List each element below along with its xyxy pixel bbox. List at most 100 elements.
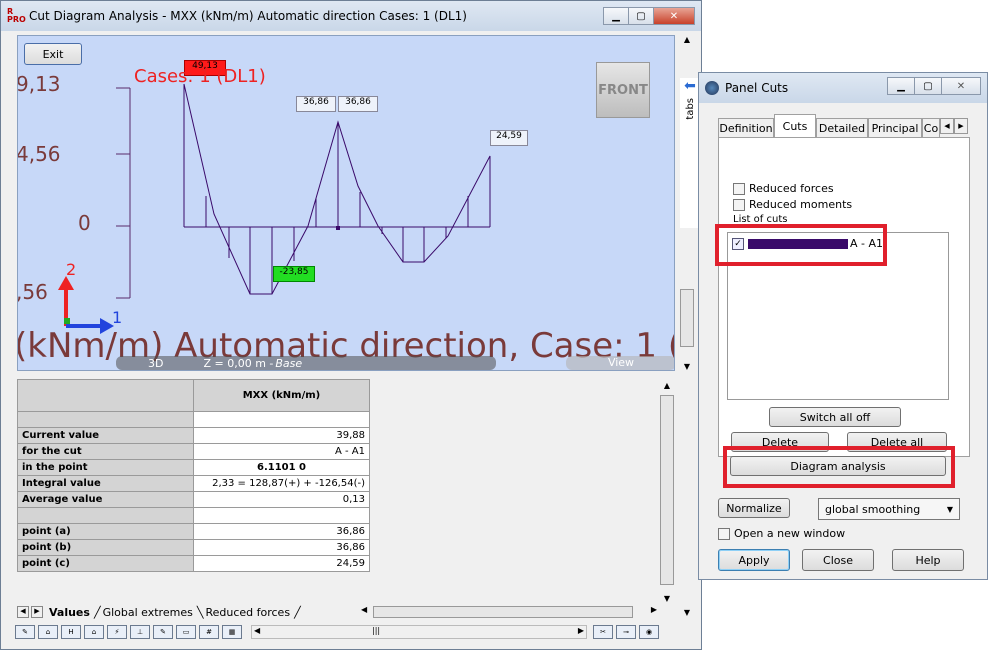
tab-separator: ╲ bbox=[196, 605, 204, 619]
tab-scroll-left-icon[interactable]: ◀ bbox=[940, 118, 954, 134]
close-panel-button[interactable]: Close bbox=[802, 549, 874, 571]
graph-icon[interactable]: ⌂ bbox=[38, 625, 58, 639]
diagram-view[interactable]: Exit 9,13 4,56 0 ,56 49,13 Cases: 1 (DL1… bbox=[17, 35, 675, 371]
switch-all-off-button[interactable]: Switch all off bbox=[769, 407, 901, 427]
table-scroll-up-icon[interactable]: ▲ bbox=[659, 381, 675, 390]
tab-separator: ╱ bbox=[93, 605, 101, 619]
panel-close-button[interactable]: ✕ bbox=[941, 77, 981, 95]
view-icon[interactable]: ◉ bbox=[639, 625, 659, 639]
numbering-icon[interactable]: # bbox=[199, 625, 219, 639]
view-selector[interactable]: View bbox=[566, 356, 674, 370]
yaxis-label-2: 4,56 bbox=[17, 142, 61, 166]
table-scroll-down-icon[interactable]: ▼ bbox=[659, 594, 675, 603]
view-3d-button[interactable]: 3D bbox=[148, 357, 163, 370]
main-window: R PRO Cut Diagram Analysis - MXX (kNm/m) … bbox=[0, 0, 702, 650]
slab-icon[interactable]: ▭ bbox=[176, 625, 196, 639]
robot-app-icon: R PRO bbox=[7, 7, 26, 24]
link-icon[interactable]: ⊸ bbox=[616, 625, 636, 639]
tab-next-icon[interactable]: ▶ bbox=[31, 606, 43, 618]
support-icon[interactable]: ⊥ bbox=[130, 625, 150, 639]
scroll-down-arrow-icon[interactable]: ▼ bbox=[677, 362, 697, 371]
tab-reduced-forces[interactable]: Reduced forces bbox=[205, 606, 290, 619]
tab-definition[interactable]: Definition bbox=[718, 118, 774, 138]
normalize-button[interactable]: Normalize bbox=[718, 498, 790, 518]
reduced-moments-label: Reduced moments bbox=[749, 198, 853, 211]
cases-label: Cases: 1 (DL1) bbox=[134, 66, 266, 87]
edit-icon[interactable]: ✎ bbox=[153, 625, 173, 639]
reduced-moments-row[interactable]: Reduced moments bbox=[733, 198, 852, 211]
main-window-title: Cut Diagram Analysis - MXX (kNm/m) Autom… bbox=[29, 9, 467, 23]
window-scrollbar-right[interactable]: ▼ bbox=[679, 381, 695, 621]
toolbar-scroll-right-icon[interactable]: ▶ bbox=[578, 626, 584, 635]
tab-global-extremes[interactable]: Global extremes bbox=[103, 606, 193, 619]
window-scroll-down-icon[interactable]: ▼ bbox=[679, 608, 695, 617]
table-row[interactable]: Average value 0,13 bbox=[17, 491, 370, 508]
smoothing-select[interactable]: global smoothing ▼ bbox=[818, 498, 960, 520]
tab-values[interactable]: Values bbox=[49, 606, 90, 619]
panel-title: Panel Cuts bbox=[725, 81, 789, 95]
table-row[interactable]: Current value 39,88 bbox=[17, 427, 370, 444]
table-row[interactable]: point (a) 36,86 bbox=[17, 523, 370, 540]
dropdown-arrow-icon: ▼ bbox=[946, 504, 953, 514]
load-icon[interactable]: ⚡ bbox=[107, 625, 127, 639]
open-new-window-row[interactable]: Open a new window bbox=[718, 527, 845, 540]
apply-button[interactable]: Apply bbox=[718, 549, 790, 571]
tab-prev-icon[interactable]: ◀ bbox=[17, 606, 29, 618]
house-icon[interactable]: ⌂ bbox=[84, 625, 104, 639]
hide-icon[interactable]: ✂ bbox=[593, 625, 613, 639]
table-row[interactable] bbox=[17, 411, 370, 428]
table-row[interactable] bbox=[17, 507, 370, 524]
table-row[interactable]: Integral value 2,33 = 128,87(+) + -126,54… bbox=[17, 475, 370, 492]
yaxis-label-zero: 0 bbox=[78, 211, 91, 235]
panel-minimize-button[interactable]: ▁ bbox=[887, 77, 915, 95]
main-titlebar: R PRO Cut Diagram Analysis - MXX (kNm/m) … bbox=[1, 1, 701, 31]
panel-titlebar: Panel Cuts ▁ ▢ ✕ bbox=[699, 73, 987, 103]
table-scrollbar[interactable]: ▲ ▼ bbox=[659, 381, 675, 603]
side-tabs-strip[interactable]: ⬅ tabs bbox=[680, 78, 700, 228]
reduced-moments-checkbox[interactable] bbox=[733, 198, 745, 211]
table-row[interactable]: point (c) 24,59 bbox=[17, 555, 370, 572]
axis-y-label: 1 bbox=[112, 308, 123, 327]
reduced-forces-checkbox[interactable] bbox=[733, 182, 745, 195]
arrow-left-icon[interactable]: ⬅ bbox=[680, 78, 700, 94]
open-new-window-checkbox[interactable] bbox=[718, 527, 730, 540]
toolbar-scroll-grip-icon: ||| bbox=[372, 626, 381, 635]
close-button[interactable]: ✕ bbox=[653, 7, 695, 25]
horizontal-scrollbar[interactable]: ◀ ▶ bbox=[359, 605, 659, 619]
toolbar-scroll-left-icon[interactable]: ◀ bbox=[254, 626, 260, 635]
table-row[interactable]: in the point 6.1101 0 bbox=[17, 459, 370, 476]
tab-detailed[interactable]: Detailed bbox=[816, 118, 868, 138]
min-point-label: -23,85 bbox=[273, 266, 315, 282]
results-table: MXX (kNm/m) Current value 39,88 for the c… bbox=[17, 379, 370, 572]
table-icon[interactable]: ▦ bbox=[222, 625, 242, 639]
list-of-cuts-label: List of cuts bbox=[733, 214, 788, 224]
tab-principal[interactable]: Principal bbox=[868, 118, 922, 138]
tab-co[interactable]: Co bbox=[922, 118, 940, 138]
maximize-button[interactable]: ▢ bbox=[628, 7, 654, 25]
table-row[interactable]: point (b) 36,86 bbox=[17, 539, 370, 556]
help-button[interactable]: Help bbox=[892, 549, 964, 571]
front-view-cube[interactable]: FRONT bbox=[596, 62, 650, 118]
minimize-button[interactable]: ▁ bbox=[603, 7, 629, 25]
toolbar-scrollbar[interactable]: ◀ ||| ▶ bbox=[251, 625, 587, 639]
yaxis-label-4: ,56 bbox=[17, 280, 48, 304]
table-scroll-thumb[interactable] bbox=[660, 395, 674, 585]
panel-app-icon bbox=[705, 81, 719, 95]
panel-maximize-button[interactable]: ▢ bbox=[914, 77, 942, 95]
table-header: MXX (kNm/m) bbox=[193, 379, 370, 412]
pen-icon[interactable]: ✎ bbox=[15, 625, 35, 639]
scroll-thumb[interactable] bbox=[680, 289, 694, 347]
z-base-label: Base bbox=[275, 356, 303, 370]
tab-cuts[interactable]: Cuts bbox=[774, 114, 816, 138]
scale-icon[interactable]: H bbox=[61, 625, 81, 639]
hscroll-left-icon[interactable]: ◀ bbox=[361, 605, 367, 614]
smoothing-value: global smoothing bbox=[825, 502, 921, 516]
scroll-up-arrow-icon[interactable]: ▲ bbox=[677, 35, 697, 44]
point-label-4: 24,59 bbox=[490, 130, 528, 146]
tab-scroll-right-icon[interactable]: ▶ bbox=[954, 118, 968, 134]
reduced-forces-row[interactable]: Reduced forces bbox=[733, 182, 834, 195]
hscroll-right-icon[interactable]: ▶ bbox=[651, 605, 657, 614]
hscroll-thumb[interactable] bbox=[373, 606, 633, 618]
point-label-2: 36,86 bbox=[296, 96, 336, 112]
table-row[interactable]: for the cut A - A1 bbox=[17, 443, 370, 460]
